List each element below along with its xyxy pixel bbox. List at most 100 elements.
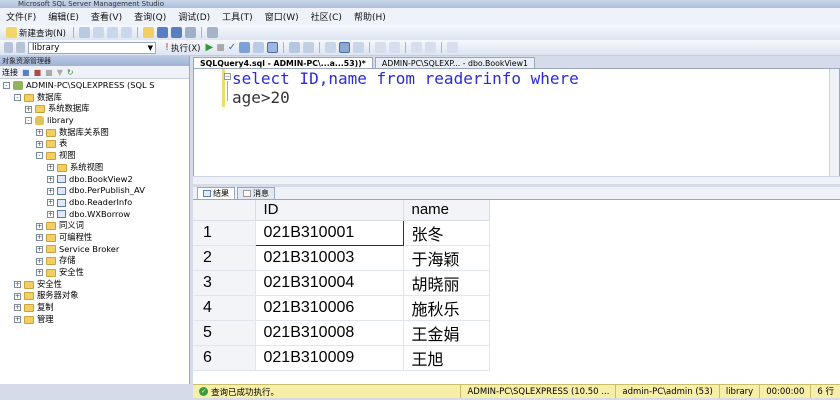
cell-name[interactable]: 王金娟 <box>403 320 490 346</box>
expand-icon[interactable]: + <box>47 199 54 207</box>
print-icon[interactable] <box>207 27 218 38</box>
row-number[interactable]: 1 <box>193 220 256 246</box>
tree-node-diagrams[interactable]: + 数据库关系图 <box>0 127 189 139</box>
include-actual-plan-icon[interactable] <box>289 42 301 53</box>
editor-horizontal-scrollbar[interactable] <box>193 176 840 184</box>
tree-node-management[interactable]: + 管理 <box>0 314 189 326</box>
cell-id[interactable]: 021B310008 <box>255 320 404 346</box>
expand-icon[interactable]: + <box>25 105 32 113</box>
tab-messages[interactable]: 消息 <box>237 187 275 199</box>
mdx-query-icon[interactable] <box>107 27 118 38</box>
cell-id[interactable]: 021B310006 <box>255 295 404 321</box>
tree-node-service-broker[interactable]: + Service Broker <box>0 244 189 256</box>
database-engine-query-icon[interactable] <box>79 27 90 38</box>
tree-node-view-bookview2[interactable]: + dbo.BookView2 <box>0 174 189 186</box>
display-plan-icon[interactable] <box>239 42 251 53</box>
column-header-id[interactable]: ID <box>255 200 404 221</box>
expand-icon[interactable]: + <box>36 140 43 148</box>
save-all-icon[interactable] <box>171 27 182 38</box>
tree-node-library[interactable]: - library <box>0 115 189 127</box>
connect-icon[interactable]: ■ <box>22 68 30 77</box>
tree-node-storage[interactable]: + 存储 <box>0 255 189 267</box>
stop-icon[interactable]: ■ <box>45 68 53 77</box>
expand-icon[interactable]: + <box>47 175 54 183</box>
collapse-icon[interactable]: - <box>14 94 21 102</box>
menu-debug[interactable]: 调试(D) <box>178 10 210 23</box>
expand-icon[interactable]: + <box>36 129 43 137</box>
activity-monitor-icon[interactable] <box>185 27 196 38</box>
expand-icon[interactable]: + <box>36 234 43 242</box>
collapse-icon[interactable]: - <box>36 152 43 160</box>
client-statistics-icon[interactable] <box>303 42 315 53</box>
expand-icon[interactable]: + <box>36 222 43 230</box>
expand-icon[interactable]: + <box>47 164 54 172</box>
tree-node-view-perpublish[interactable]: + dbo.PerPublish_AV <box>0 185 189 197</box>
row-number[interactable]: 6 <box>193 345 256 371</box>
connect-dropdown[interactable]: 连接 <box>2 67 18 78</box>
tree-node-view-wxborrow[interactable]: + dbo.WXBorrow <box>0 209 189 221</box>
cell-id[interactable]: 021B310009 <box>255 345 404 371</box>
database-select[interactable]: library ▼ <box>28 41 156 54</box>
decrease-indent-icon[interactable] <box>411 42 423 53</box>
expand-icon[interactable]: + <box>14 292 21 300</box>
analysis-query-icon[interactable] <box>93 27 104 38</box>
intellisense-icon[interactable] <box>267 42 279 53</box>
expand-icon[interactable]: + <box>36 257 43 265</box>
editor-vertical-scrollbar[interactable] <box>829 69 839 183</box>
comment-icon[interactable] <box>375 42 387 53</box>
collapse-icon[interactable]: - <box>3 82 10 90</box>
tree-node-views[interactable]: - 视图 <box>0 150 189 162</box>
expand-icon[interactable]: + <box>36 269 43 277</box>
tree-node-system-databases[interactable]: + 系统数据库 <box>0 103 189 115</box>
connect-icon[interactable] <box>4 42 13 53</box>
tree-node-databases[interactable]: - 数据库 <box>0 92 189 104</box>
query-editor[interactable]: − select ID,name from readerinfo where a… <box>193 68 840 184</box>
tab-bookview1[interactable]: ADMIN-PC\SQLEXP... - dbo.BookView1 <box>374 57 535 68</box>
debug-icon[interactable]: ▶ <box>205 42 213 53</box>
tab-sqlquery4[interactable]: SQLQuery4.sql - ADMIN-PC\...a...53))* <box>193 57 373 68</box>
cell-name[interactable]: 张冬 <box>403 220 490 246</box>
tree-node-security[interactable]: + 安全性 <box>0 279 189 291</box>
cell-id[interactable]: 021B310004 <box>255 270 404 296</box>
open-file-icon[interactable] <box>143 27 154 38</box>
increase-indent-icon[interactable] <box>425 42 437 53</box>
tree-node-system-views[interactable]: + 系统视图 <box>0 162 189 174</box>
column-header-name[interactable]: name <box>403 200 490 221</box>
row-number[interactable]: 5 <box>193 320 256 346</box>
disconnect-icon[interactable]: ■ <box>34 68 42 77</box>
collapse-icon[interactable]: - <box>25 117 32 125</box>
cell-name[interactable]: 施秋乐 <box>403 295 490 321</box>
menu-help[interactable]: 帮助(H) <box>354 10 386 23</box>
tree-node-programmability[interactable]: + 可编程性 <box>0 232 189 244</box>
execute-button[interactable]: ! 执行(X) <box>163 41 202 54</box>
filter-icon[interactable]: ▼ <box>57 68 63 77</box>
tab-results[interactable]: 结果 <box>197 187 235 199</box>
cell-name[interactable]: 胡晓丽 <box>403 270 490 296</box>
tree-node-replication[interactable]: + 复制 <box>0 302 189 314</box>
tree-node-synonyms[interactable]: + 同义词 <box>0 220 189 232</box>
expand-icon[interactable]: + <box>14 304 21 312</box>
expand-icon[interactable]: + <box>14 316 21 324</box>
cancel-query-icon[interactable]: ■ <box>216 43 225 53</box>
menu-edit[interactable]: 编辑(E) <box>48 10 79 23</box>
row-number[interactable]: 3 <box>193 270 256 296</box>
menu-query[interactable]: 查询(Q) <box>134 10 166 23</box>
results-to-grid-icon[interactable] <box>339 42 351 53</box>
expand-icon[interactable]: + <box>47 187 54 195</box>
parse-icon[interactable]: ✓ <box>228 42 236 53</box>
expand-icon[interactable]: + <box>47 210 54 218</box>
tree-node-server-objects[interactable]: + 服务器对象 <box>0 290 189 302</box>
cell-id[interactable]: 021B310003 <box>255 245 404 271</box>
expand-icon[interactable]: + <box>36 245 43 253</box>
cell-name[interactable]: 王旭 <box>403 345 490 371</box>
new-query-button[interactable]: 新建查询(N) <box>4 26 68 39</box>
menu-view[interactable]: 查看(V) <box>91 10 122 23</box>
results-to-text-icon[interactable] <box>325 42 337 53</box>
outline-collapse-icon[interactable]: − <box>224 73 231 80</box>
cell-id[interactable]: 021B310001 <box>254 219 404 246</box>
tree-node-view-readerinfo[interactable]: + dbo.ReaderInfo <box>0 197 189 209</box>
menu-community[interactable]: 社区(C) <box>311 10 342 23</box>
save-icon[interactable] <box>157 27 168 38</box>
uncomment-icon[interactable] <box>389 42 401 53</box>
menu-file[interactable]: 文件(F) <box>6 10 36 23</box>
